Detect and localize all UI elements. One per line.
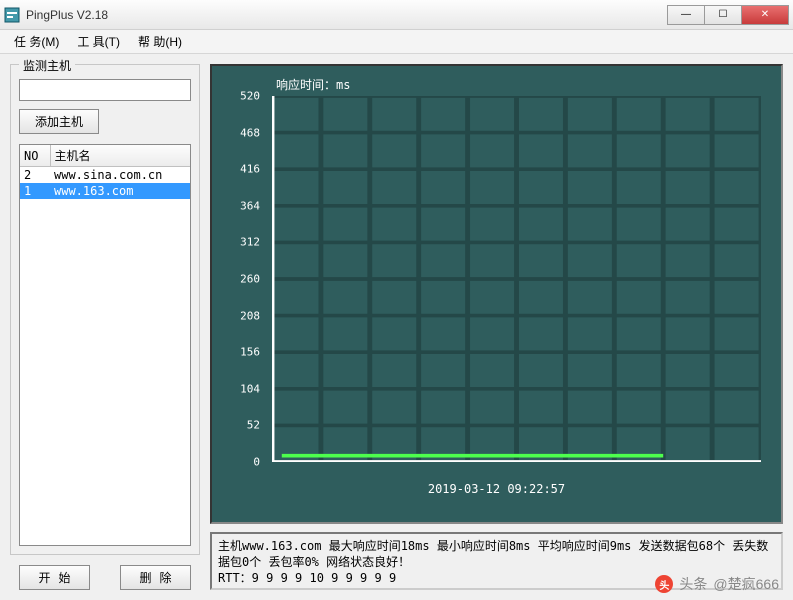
window-title: PingPlus V2.18 bbox=[26, 8, 668, 22]
bottom-buttons: 开始 删除 bbox=[10, 565, 200, 590]
col-no[interactable]: NO bbox=[20, 145, 50, 167]
watermark-user: @楚疯666 bbox=[713, 574, 779, 594]
table-row[interactable]: 1www.163.com bbox=[20, 183, 190, 199]
minimize-button[interactable]: — bbox=[667, 5, 705, 25]
right-column: 响应时间：ms 052104156208260312364416468520 2… bbox=[210, 64, 783, 590]
close-button[interactable]: ✕ bbox=[741, 5, 789, 25]
app-icon bbox=[4, 7, 20, 23]
menu-bar: 任 务(M) 工 具(T) 帮 助(H) bbox=[0, 30, 793, 54]
host-input[interactable] bbox=[19, 79, 191, 101]
table-row[interactable]: 2www.sina.com.cn bbox=[20, 167, 190, 184]
menu-tool[interactable]: 工 具(T) bbox=[69, 31, 128, 52]
title-bar: PingPlus V2.18 — ☐ ✕ bbox=[0, 0, 793, 30]
col-host[interactable]: 主机名 bbox=[50, 145, 190, 167]
chart-title: 响应时间：ms bbox=[276, 76, 350, 93]
chart-plot-area bbox=[272, 96, 761, 462]
delete-button[interactable]: 删除 bbox=[120, 565, 190, 590]
left-column: 监测主机 添加主机 NO 主机名 2www.sina.com.cn1www.16… bbox=[10, 64, 200, 590]
start-button[interactable]: 开始 bbox=[19, 565, 89, 590]
maximize-button[interactable]: ☐ bbox=[704, 5, 742, 25]
watermark-logo-icon: 头 bbox=[655, 575, 673, 593]
watermark-prefix: 头条 bbox=[679, 574, 707, 594]
status-line1: 主机www.163.com 最大响应时间18ms 最小响应时间8ms 平均响应时… bbox=[218, 538, 775, 570]
client-area: 监测主机 添加主机 NO 主机名 2www.sina.com.cn1www.16… bbox=[0, 54, 793, 600]
menu-help[interactable]: 帮 助(H) bbox=[130, 31, 190, 52]
monitor-host-group: 监测主机 添加主机 NO 主机名 2www.sina.com.cn1www.16… bbox=[10, 64, 200, 555]
chart-timestamp: 2019-03-12 09:22:57 bbox=[212, 482, 781, 496]
host-list[interactable]: NO 主机名 2www.sina.com.cn1www.163.com bbox=[19, 144, 191, 546]
chart-box: 响应时间：ms 052104156208260312364416468520 2… bbox=[210, 64, 783, 524]
add-host-button[interactable]: 添加主机 bbox=[19, 109, 99, 134]
group-legend: 监测主机 bbox=[19, 57, 75, 74]
menu-task[interactable]: 任 务(M) bbox=[6, 31, 67, 52]
watermark: 头 头条 @楚疯666 bbox=[655, 574, 779, 594]
y-axis-labels: 052104156208260312364416468520 bbox=[212, 96, 266, 462]
window-buttons: — ☐ ✕ bbox=[668, 5, 789, 25]
